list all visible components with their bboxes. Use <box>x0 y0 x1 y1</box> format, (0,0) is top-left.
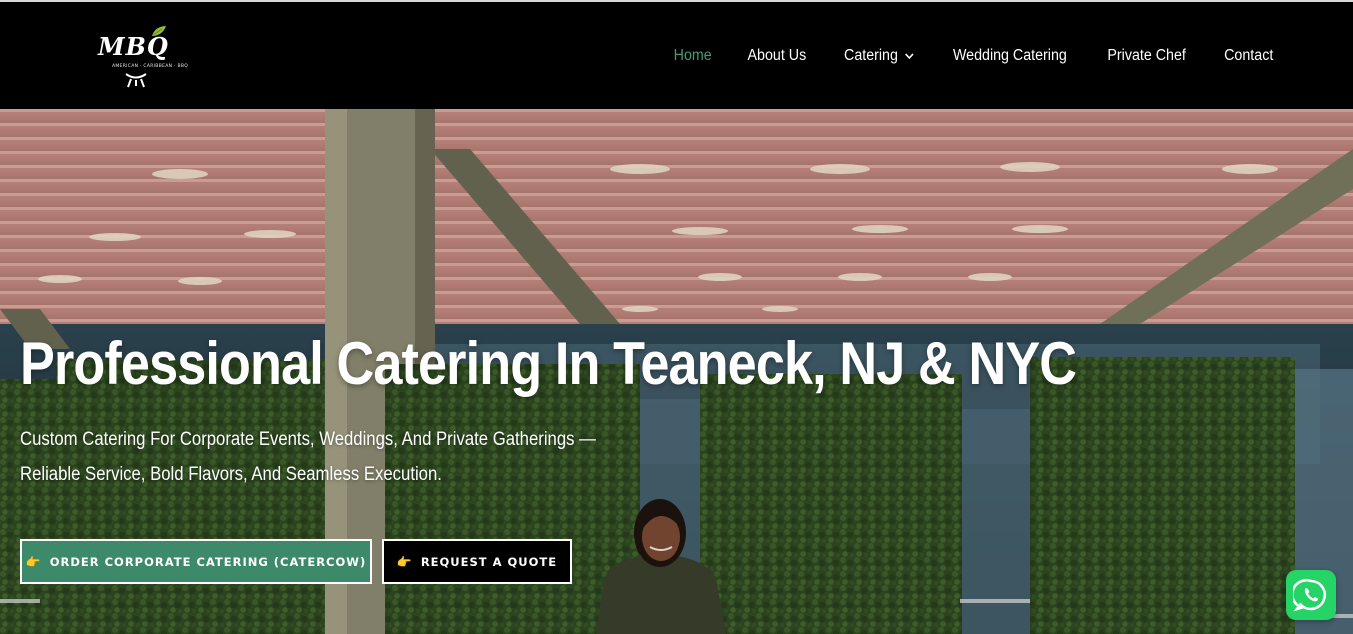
order-corporate-catering-button[interactable]: 👉 ORDER CORPORATE CATERING (CATERCOW) <box>20 539 372 584</box>
pointing-hand-icon: 👉 <box>396 554 413 569</box>
nav-item-label: About Us <box>747 47 807 64</box>
whatsapp-chat-button[interactable] <box>1286 570 1336 620</box>
nav-item-label: Contact <box>1223 47 1273 64</box>
nav-item-wedding-catering[interactable]: Wedding Catering <box>953 47 1067 65</box>
hero-title: Professional Catering In Teaneck, NJ & N… <box>20 330 1077 397</box>
main-nav: Home About Us Catering Wedding Catering … <box>640 44 1275 68</box>
nav-item-private-chef[interactable]: Private Chef <box>1108 47 1186 65</box>
site-header: MBQ AMERICAN · CARIBBEAN · BBQ Home Abou… <box>0 0 1353 109</box>
button-label: REQUEST A QUOTE <box>420 554 558 569</box>
nav-item-catering[interactable]: Catering <box>844 47 914 65</box>
site-logo[interactable]: MBQ AMERICAN · CARIBBEAN · BBQ <box>92 22 188 92</box>
nav-item-about-us[interactable]: About Us <box>748 47 807 65</box>
nav-item-label: Private Chef <box>1107 47 1187 64</box>
hero-subtitle-line-2: Reliable Service, Bold Flavors, And Seam… <box>20 464 442 485</box>
logo-subtitle: AMERICAN · CARIBBEAN · BBQ <box>112 64 189 69</box>
nav-item-home[interactable]: Home <box>673 47 711 65</box>
whatsapp-icon <box>1293 578 1327 612</box>
hero-subtitle: Custom Catering For Corporate Events, We… <box>20 422 596 492</box>
hero-subtitle-line-1: Custom Catering For Corporate Events, We… <box>20 429 596 450</box>
nav-item-label: Wedding Catering <box>953 47 1068 64</box>
hero-section: Professional Catering In Teaneck, NJ & N… <box>0 109 1353 634</box>
nav-item-label: Catering <box>843 47 898 64</box>
pointing-hand-icon: 👉 <box>25 554 42 569</box>
leaf-icon <box>152 26 166 36</box>
nav-item-contact[interactable]: Contact <box>1224 47 1273 65</box>
grill-logo-icon <box>125 73 147 88</box>
chevron-down-icon <box>904 52 914 59</box>
button-label: ORDER CORPORATE CATERING (CATERCOW) <box>49 554 367 569</box>
nav-item-label: Home <box>673 47 712 64</box>
request-quote-button[interactable]: 👉 REQUEST A QUOTE <box>382 539 572 584</box>
